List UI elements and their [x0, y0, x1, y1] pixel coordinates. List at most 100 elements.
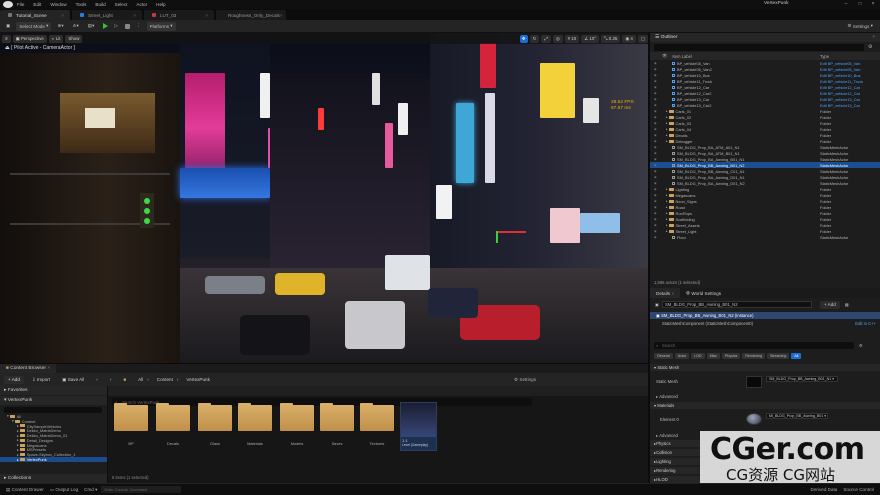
- menu-select[interactable]: Select: [115, 2, 128, 7]
- expand-arrow-icon[interactable]: ▸: [17, 448, 19, 452]
- menu-window[interactable]: Window: [50, 2, 66, 7]
- path-vertexpunk[interactable]: VertexPunk: [182, 376, 214, 384]
- content-settings-button[interactable]: ⚙ Settings: [514, 377, 536, 383]
- tab-close-icon[interactable]: ×: [47, 366, 50, 371]
- item-label-column[interactable]: Item Label: [672, 54, 692, 59]
- menu-edit[interactable]: Edit: [33, 2, 41, 7]
- visibility-eye-icon[interactable]: ◉: [654, 121, 657, 125]
- expand-arrow-icon[interactable]: ▸: [17, 443, 19, 447]
- tab-close-icon[interactable]: ×: [61, 13, 64, 18]
- save-icon[interactable]: ▣: [3, 22, 13, 31]
- visibility-eye-icon[interactable]: ◉: [654, 187, 657, 191]
- expand-arrow-icon[interactable]: ▸: [666, 199, 668, 203]
- play-icon[interactable]: [103, 23, 109, 29]
- outliner-search-input[interactable]: [654, 43, 864, 51]
- rotation-snap-icon[interactable]: ∠ 10°: [581, 34, 600, 43]
- level-viewport[interactable]: [0, 33, 648, 363]
- menu-build[interactable]: Build: [95, 2, 105, 7]
- edit-in-cpp-link[interactable]: Edit in C++: [855, 321, 876, 326]
- material-dropdown[interactable]: MI_BLDG_Prop_BB_Awning_B01 ▾: [766, 413, 828, 419]
- step-icon[interactable]: ▷: [111, 22, 121, 31]
- static-mesh-dropdown[interactable]: SM_BLDG_Prop_BB_Awning_B01_N1 ▾: [766, 376, 838, 382]
- folder-asset-tile[interactable]: Glass: [198, 403, 232, 446]
- edit-blueprint-link[interactable]: Edit BP_vehicle10_Bus: [820, 73, 860, 78]
- visibility-eye-icon[interactable]: ◉: [654, 163, 657, 167]
- advanced-row[interactable]: ▸ Advanced: [650, 393, 880, 399]
- filter-tab[interactable]: LOD: [691, 353, 705, 359]
- source-control-button[interactable]: Source Control: [843, 487, 874, 492]
- mesh-thumbnail[interactable]: [746, 376, 762, 388]
- expand-arrow-icon[interactable]: ▸: [17, 458, 19, 462]
- panel-close-icon[interactable]: ×: [872, 35, 875, 40]
- perspective-button[interactable]: ▣ Perspective: [12, 34, 47, 43]
- visibility-eye-icon[interactable]: ◉: [654, 169, 657, 173]
- expand-arrow-icon[interactable]: ▸: [666, 109, 668, 113]
- tab-street-light[interactable]: Street_Light ×: [72, 10, 142, 20]
- expand-arrow-icon[interactable]: ▸: [17, 438, 19, 442]
- edit-blueprint-link[interactable]: Edit BP_vehicle13_Car: [820, 97, 860, 102]
- outliner-row[interactable]: ◉ Floor StaticMeshActor: [650, 234, 880, 240]
- visibility-eye-icon[interactable]: ◉: [654, 223, 657, 227]
- visibility-eye-icon[interactable]: ◉: [654, 181, 657, 185]
- path-all[interactable]: All: [134, 376, 147, 384]
- show-button[interactable]: Show: [65, 34, 83, 43]
- forward-icon[interactable]: ›: [106, 376, 116, 384]
- details-tab[interactable]: Details ×: [650, 288, 681, 298]
- visibility-eye-icon[interactable]: ◉: [654, 151, 657, 155]
- close-icon[interactable]: ×: [869, 1, 877, 7]
- filter-tab[interactable]: Streaming: [766, 353, 790, 359]
- map-asset-tile[interactable]: 1.1 Level (Gameplay): [400, 402, 437, 451]
- menu-actor[interactable]: Actor: [136, 2, 147, 7]
- expand-arrow-icon[interactable]: ▸: [666, 187, 668, 191]
- folder-asset-tile[interactable]: Models: [280, 403, 314, 446]
- minimize-icon[interactable]: –: [842, 1, 850, 7]
- play-options-icon[interactable]: ⋮: [133, 22, 144, 31]
- edit-blueprint-link[interactable]: Edit BP_vehicle05_Van: [820, 61, 860, 66]
- expand-arrow-icon[interactable]: ▸: [17, 453, 19, 457]
- expand-arrow-icon[interactable]: ▸: [666, 121, 668, 125]
- expand-arrow-icon[interactable]: ▸: [666, 127, 668, 131]
- blueprint-menu-icon[interactable]: ⋔▾: [70, 22, 82, 31]
- project-section[interactable]: ▾ VertexPunk: [0, 396, 107, 405]
- visibility-eye-icon[interactable]: ◉: [654, 145, 657, 149]
- filter-tab[interactable]: Physics: [721, 353, 741, 359]
- expand-arrow-icon[interactable]: ▸: [17, 424, 19, 428]
- visibility-eye-icon[interactable]: ◉: [654, 79, 657, 83]
- folder-asset-tile[interactable]: Materials: [238, 403, 272, 446]
- tab-close-icon[interactable]: ×: [205, 13, 208, 18]
- visibility-eye-icon[interactable]: ◉: [654, 73, 657, 77]
- tab-close-icon[interactable]: ×: [133, 13, 136, 18]
- filter-tab[interactable]: Rendering: [742, 353, 765, 359]
- visibility-eye-icon[interactable]: ◉: [654, 109, 657, 113]
- expand-arrow-icon[interactable]: ▸: [666, 115, 668, 119]
- tab-close-icon[interactable]: ×: [671, 291, 674, 296]
- type-column[interactable]: Type: [820, 54, 829, 59]
- materials-category[interactable]: ▾ Materials: [650, 402, 880, 409]
- filter-tab[interactable]: All: [791, 353, 802, 359]
- expand-arrow-icon[interactable]: ▸: [666, 217, 668, 221]
- import-button[interactable]: ⇩ Import: [28, 376, 54, 384]
- maximize-viewport-icon[interactable]: ▢: [637, 34, 648, 43]
- visibility-eye-icon[interactable]: ◉: [654, 97, 657, 101]
- details-search-input[interactable]: ⌕ Search: [654, 342, 854, 349]
- cinematics-icon[interactable]: ▤▾: [85, 22, 98, 31]
- tab-lut[interactable]: LUT_03 ×: [144, 10, 214, 20]
- folder-asset-tile[interactable]: Saves: [320, 403, 354, 446]
- expand-arrow-icon[interactable]: ▸: [666, 193, 668, 197]
- cmd-dropdown[interactable]: Cmd ▾: [84, 487, 97, 493]
- rotate-tool-icon[interactable]: ↻: [529, 34, 540, 43]
- world-local-icon[interactable]: ◎: [552, 34, 563, 43]
- derived-data-button[interactable]: Derived Data: [811, 487, 838, 492]
- gizmo-y-axis[interactable]: [496, 231, 498, 243]
- save-all-button[interactable]: ▣ Save All: [58, 376, 88, 384]
- content-browser-tab[interactable]: ■ Content Browser ×: [0, 363, 57, 374]
- expand-arrow-icon[interactable]: ▸: [666, 229, 668, 233]
- stop-icon[interactable]: [125, 23, 130, 29]
- select-tool-icon[interactable]: ✥: [519, 34, 528, 43]
- platforms-dropdown[interactable]: Platforms ▾: [146, 21, 176, 31]
- tree-folder-item[interactable]: ▸ VertexPunk: [0, 457, 107, 462]
- visibility-eye-icon[interactable]: ◉: [654, 217, 657, 221]
- actor-name-field[interactable]: SM_BLDG_Prop_BB_Awning_B01_N2: [661, 301, 812, 308]
- instance-row[interactable]: ▣ SM_BLDG_Prop_BB_Awning_B01_N2 (Instanc…: [650, 312, 880, 319]
- expand-arrow-icon[interactable]: ▸: [666, 223, 668, 227]
